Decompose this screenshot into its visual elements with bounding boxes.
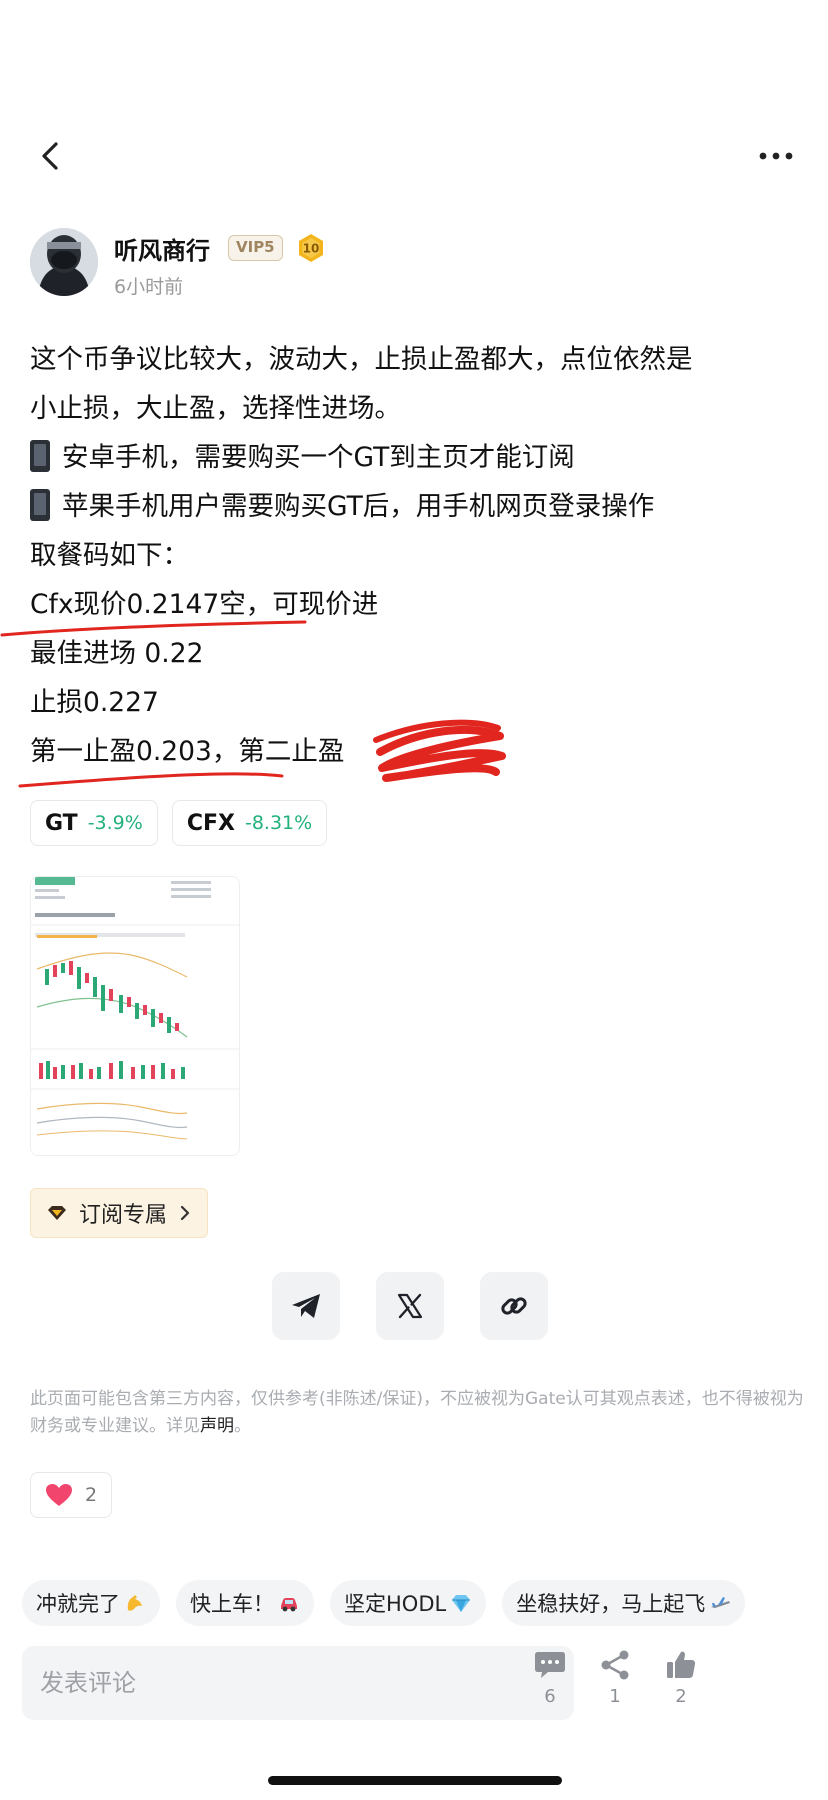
subscribe-label: 订阅专属 xyxy=(79,1203,168,1228)
copy-link-button[interactable] xyxy=(480,1272,548,1340)
quick-reply-chip[interactable]: 坚定HODL xyxy=(330,1580,487,1626)
chart-screenshot-image[interactable] xyxy=(30,876,240,1156)
author-name[interactable]: 听风商行 xyxy=(114,231,210,266)
mobile-phone-icon xyxy=(30,489,50,521)
likes-count: 2 xyxy=(675,1686,687,1707)
shares-count: 1 xyxy=(609,1686,621,1707)
disclaimer-end: 。 xyxy=(234,1416,251,1436)
quick-reply-row: 冲就完了 快上车！ 坚定HODL 坐稳扶好，马上起飞 xyxy=(22,1580,828,1626)
post-line: 最佳进场 0.22 xyxy=(30,638,204,669)
disclaimer-text: 此页面可能包含第三方内容，仅供参考(非陈述/保证)，不应被视为Gate认可其观点… xyxy=(30,1386,805,1440)
quick-reply-chip[interactable]: 冲就完了 xyxy=(22,1580,160,1626)
post-line: 这个币争议比较大，波动大，止损止盈都大，点位依然是 xyxy=(30,344,693,375)
comments-count: 6 xyxy=(544,1686,556,1707)
chevron-left-icon xyxy=(42,142,58,170)
author-header: 听风商行 VIP5 10 6小时前 xyxy=(30,228,810,300)
coin-change: -3.9% xyxy=(87,812,143,834)
avatar-image xyxy=(30,228,98,296)
post-line: 第一止盈0.203，第二止盈 xyxy=(30,736,345,767)
diamond-icon xyxy=(48,1206,66,1220)
post-line: 止损0.227 xyxy=(30,687,159,718)
post-line: Cfx现价0.2147空，可现价进 xyxy=(30,589,379,620)
avatar[interactable] xyxy=(30,228,98,296)
more-dots-icon xyxy=(759,152,793,160)
quick-reply-text: 快上车！ xyxy=(190,1592,274,1616)
chevron-right-icon xyxy=(180,1205,190,1221)
link-icon xyxy=(501,1297,527,1315)
heart-icon xyxy=(46,1484,72,1506)
share-icon xyxy=(601,1650,629,1680)
kline-thumbnail xyxy=(31,877,239,1155)
vip-badge: VIP5 xyxy=(228,235,283,261)
disclaimer-link[interactable]: 声明 xyxy=(200,1416,234,1436)
level-badge: 10 xyxy=(299,234,323,262)
coin-symbol: GT xyxy=(45,810,78,836)
quick-reply-text: 坚定HODL xyxy=(344,1592,447,1616)
x-logo-icon xyxy=(397,1293,423,1319)
disclaimer-body: 此页面可能包含第三方内容，仅供参考(非陈述/保证)，不应被视为Gate认可其观点… xyxy=(30,1389,804,1436)
more-options-button[interactable] xyxy=(752,136,800,176)
coin-tags: GT -3.9% CFX -8.31% xyxy=(30,800,328,846)
home-indicator xyxy=(268,1776,562,1785)
top-bar xyxy=(0,130,828,190)
post-line-text: 安卓手机，需要购买一个GT到主页才能订阅 xyxy=(62,442,575,473)
comments-action[interactable]: 6 xyxy=(520,1650,580,1720)
flexed-biceps-icon xyxy=(127,1595,142,1611)
post-line: 苹果手机用户需要购买GT后，用手机网页登录操作 xyxy=(30,482,810,531)
coin-change: -8.31% xyxy=(244,812,313,834)
quick-reply-text: 冲就完了 xyxy=(36,1592,120,1616)
post-line-text: 苹果手机用户需要购买GT后，用手机网页登录操作 xyxy=(62,491,655,522)
share-action[interactable]: 1 xyxy=(585,1650,645,1720)
level-number: 10 xyxy=(303,242,320,256)
share-x-button[interactable] xyxy=(376,1272,444,1340)
car-icon xyxy=(281,1598,297,1612)
mobile-phone-icon xyxy=(30,440,50,472)
subscribe-exclusive-button[interactable]: 订阅专属 xyxy=(30,1188,209,1238)
comment-bar[interactable] xyxy=(22,1646,574,1720)
gem-icon xyxy=(452,1595,471,1612)
post-time: 6小时前 xyxy=(114,276,184,298)
post-line: 取餐码如下： xyxy=(30,540,189,571)
share-row xyxy=(272,1272,548,1340)
like-action[interactable]: 2 xyxy=(651,1650,711,1720)
thumbs-up-icon xyxy=(667,1651,696,1678)
post-line: 小止损，大止盈，选择性进场。 xyxy=(30,393,401,424)
coin-tag-gt[interactable]: GT -3.9% xyxy=(30,800,158,846)
like-reaction-button[interactable]: 2 xyxy=(30,1472,113,1518)
share-telegram-button[interactable] xyxy=(272,1272,340,1340)
post-line: 安卓手机，需要购买一个GT到主页才能订阅 xyxy=(30,433,810,482)
quick-reply-chip[interactable]: 快上车！ xyxy=(176,1580,314,1626)
comment-input[interactable] xyxy=(40,1669,560,1697)
comment-bubble-icon xyxy=(535,1652,565,1678)
quick-reply-text: 坐稳扶好，马上起飞 xyxy=(516,1592,706,1616)
coin-tag-cfx[interactable]: CFX -8.31% xyxy=(171,800,328,846)
post-content: 这个币争议比较大，波动大，止损止盈都大，点位依然是 小止损，大止盈，选择性进场。… xyxy=(30,335,810,776)
like-count: 2 xyxy=(85,1484,98,1506)
airplane-icon xyxy=(711,1597,731,1608)
back-button[interactable] xyxy=(30,136,70,176)
telegram-icon xyxy=(292,1294,320,1318)
quick-reply-chip[interactable]: 坐稳扶好，马上起飞 xyxy=(502,1580,746,1626)
coin-symbol: CFX xyxy=(186,810,235,836)
